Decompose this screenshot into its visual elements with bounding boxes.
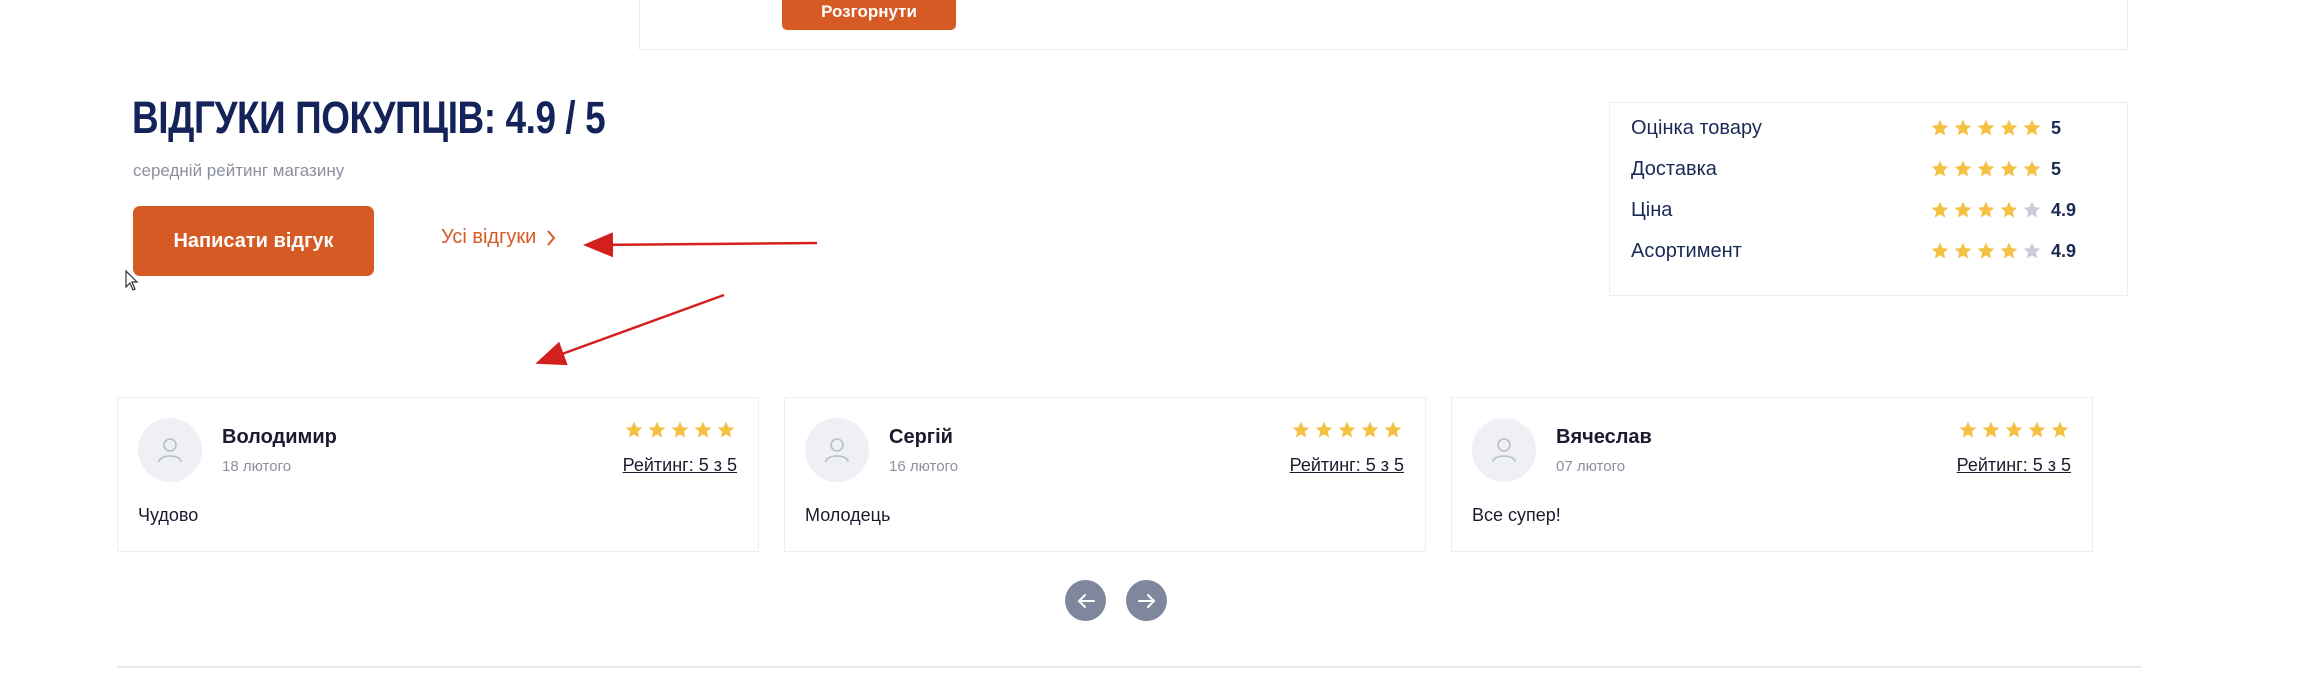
avatar: [138, 418, 202, 482]
star-icon: [2023, 160, 2041, 177]
star-icon: [1931, 201, 1949, 218]
review-rating-link[interactable]: Рейтинг: 5 з 5: [623, 455, 737, 476]
write-review-button[interactable]: Написати відгук: [133, 206, 374, 276]
user-avatar-icon: [158, 438, 182, 463]
rating-label: Асортимент: [1631, 239, 1742, 262]
star-icon: [2005, 421, 2023, 438]
review-card: Сергій 16 лютого Рейтинг: 5 з 5 Молодець: [784, 397, 1426, 552]
rating-row: Ціна 4.9: [1631, 195, 2111, 225]
star-icon: [625, 421, 643, 438]
star-icon: [1977, 119, 1995, 136]
star-icon: [1954, 201, 1972, 218]
review-stars: [1291, 420, 1403, 440]
star-icon: [1931, 119, 1949, 136]
star-icon: [2028, 421, 2046, 438]
star-icon: [2000, 119, 2018, 136]
rating-row: Оцінка товару 5: [1631, 113, 2111, 143]
star-icon: [648, 421, 666, 438]
rating-value: 5: [2051, 117, 2062, 138]
user-avatar-icon: [1492, 438, 1516, 463]
star-icon: [1338, 421, 1356, 438]
star-icon: [2051, 421, 2069, 438]
mouse-cursor-icon: [125, 270, 139, 291]
annotation-arrow-to-reviews: [535, 293, 725, 366]
star-icon: [2000, 201, 2018, 218]
star-icon: [694, 421, 712, 438]
star-icon: [1384, 421, 1402, 438]
review-card: Вячеслав 07 лютого Рейтинг: 5 з 5 Все супер…: [1451, 397, 2093, 552]
star-icon: [2000, 160, 2018, 177]
star-icon: [2023, 201, 2041, 218]
rating-value: 4.9: [2051, 240, 2077, 261]
avatar: [805, 418, 869, 482]
rating-breakdown-card: Оцінка товару 5 Доставка 5 Ціна 4.9 Асортимент…: [1609, 102, 2128, 296]
review-date: 18 лютого: [222, 458, 292, 475]
review-card: Володимир 18 лютого Рейтинг: 5 з 5 Чудово: [117, 397, 759, 552]
rating-value: 4.9: [2051, 199, 2077, 220]
reviewer-name: Володимир: [222, 426, 337, 448]
review-rating-link[interactable]: Рейтинг: 5 з 5: [1290, 455, 1404, 476]
star-icon: [1977, 242, 1995, 259]
all-reviews-link[interactable]: Усі відгуки: [441, 226, 556, 249]
rating-label: Ціна: [1631, 198, 1673, 221]
rating-stars: [1930, 159, 2042, 179]
all-reviews-label: Усі відгуки: [441, 226, 537, 248]
rating-stars: [1930, 118, 2042, 138]
star-icon: [1982, 421, 2000, 438]
star-icon: [1954, 160, 1972, 177]
review-text: Все супер!: [1472, 505, 1561, 525]
reviewer-name: Сергій: [889, 426, 953, 448]
star-icon: [1292, 421, 1310, 438]
reviewer-name: Вячеслав: [1556, 426, 1652, 448]
review-stars: [1958, 420, 2070, 440]
rating-row: Асортимент 4.9: [1631, 236, 2111, 266]
review-text: Чудово: [138, 505, 199, 525]
review-date: 07 лютого: [1556, 458, 1626, 475]
arrow-left-icon: [1077, 593, 1095, 608]
star-icon: [671, 421, 689, 438]
review-text: Молодець: [805, 505, 891, 525]
star-icon: [1954, 119, 1972, 136]
expand-button[interactable]: Розгорнути: [782, 0, 956, 30]
section-divider: [117, 666, 2141, 668]
review-date: 16 лютого: [889, 458, 959, 475]
star-icon: [1931, 160, 1949, 177]
star-icon: [2023, 119, 2041, 136]
star-icon: [2000, 242, 2018, 259]
rating-row: Доставка 5: [1631, 154, 2111, 184]
arrow-right-icon: [1137, 593, 1155, 608]
next-review-button[interactable]: [1126, 580, 1167, 621]
avatar: [1472, 418, 1536, 482]
rating-label: Доставка: [1631, 157, 1717, 180]
star-icon: [1977, 160, 1995, 177]
prev-review-button[interactable]: [1065, 580, 1106, 621]
reviews-subtitle: середній рейтинг магазину: [133, 161, 345, 180]
user-avatar-icon: [825, 438, 849, 463]
star-icon: [1959, 421, 1977, 438]
rating-stars: [1930, 241, 2042, 261]
star-icon: [2023, 242, 2041, 259]
star-icon: [1361, 421, 1379, 438]
annotation-arrow-to-link: [583, 232, 818, 258]
star-icon: [717, 421, 735, 438]
star-icon: [1315, 421, 1333, 438]
chevron-right-icon: [547, 229, 556, 246]
reviews-title: ВІДГУКИ ПОКУПЦІВ: 4.9 / 5: [132, 92, 606, 143]
star-icon: [1977, 201, 1995, 218]
review-stars: [624, 420, 736, 440]
star-icon: [1931, 242, 1949, 259]
star-icon: [1954, 242, 1972, 259]
review-rating-link[interactable]: Рейтинг: 5 з 5: [1957, 455, 2071, 476]
rating-stars: [1930, 200, 2042, 220]
rating-value: 5: [2051, 158, 2062, 179]
rating-label: Оцінка товару: [1631, 116, 1762, 139]
